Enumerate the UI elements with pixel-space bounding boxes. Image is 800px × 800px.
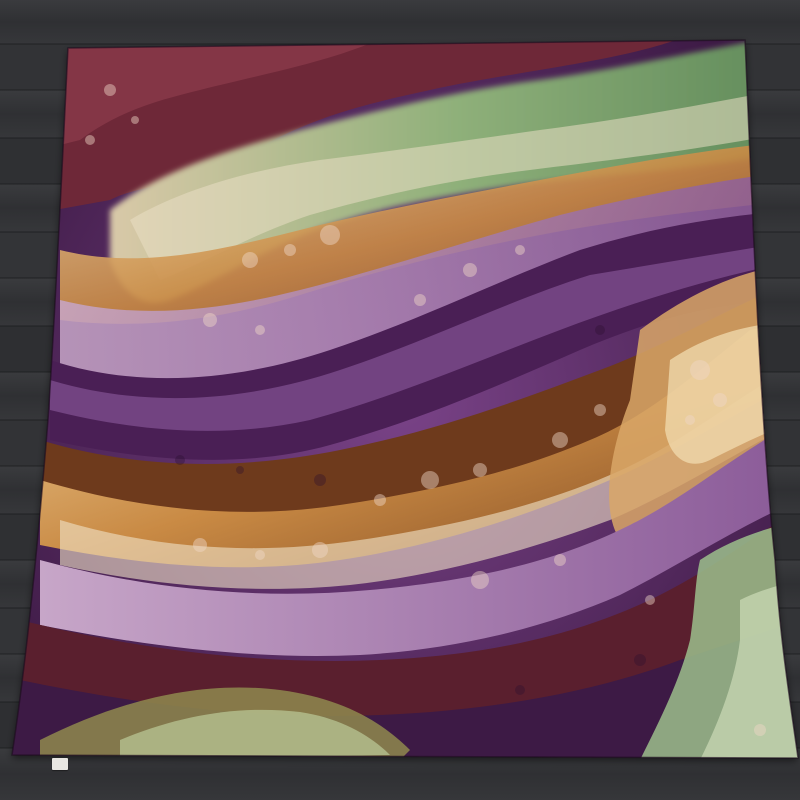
marbled-blanket [11,39,799,759]
blanket-care-tag [52,758,68,770]
